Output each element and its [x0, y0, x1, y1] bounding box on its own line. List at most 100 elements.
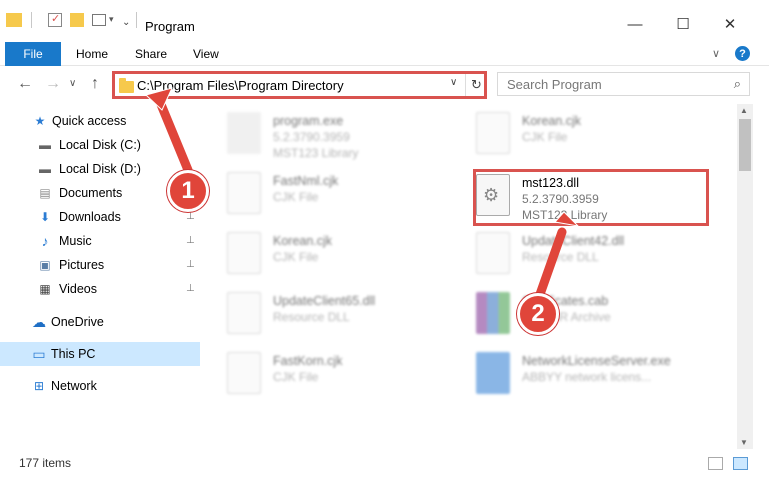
file-item[interactable]: Korean.cjk CJK File: [454, 108, 694, 160]
file-type: ABBYY network licens...: [522, 370, 652, 384]
status-bar: 177 items: [0, 450, 769, 475]
pin-icon[interactable]: ⊥: [186, 235, 195, 246]
recent-locations-button[interactable]: ∨: [69, 78, 76, 89]
file-type: CJK File: [273, 370, 319, 384]
file-version: 5.2.3790.3959: [273, 130, 350, 144]
sidebar-item-local-disk-c[interactable]: ▬ Local Disk (C:): [0, 133, 200, 157]
sidebar-item-label: Local Disk (C:): [59, 138, 141, 152]
forward-button[interactable]: →: [45, 75, 61, 93]
maximize-button[interactable]: ☐: [668, 14, 698, 34]
file-item[interactable]: NetworkLicenseServer.exe ABBYY network l…: [454, 348, 694, 400]
sidebar-item-label: Local Disk (D:): [59, 162, 141, 176]
customize-button[interactable]: ▾: [92, 9, 114, 26]
close-button[interactable]: ✕: [715, 14, 745, 34]
file-name: UpdateClient65.dll: [273, 294, 376, 308]
navigation-bar: ← → ∨ ↑ C:\Program Files\Program Directo…: [0, 68, 769, 102]
tab-file[interactable]: File: [5, 42, 61, 66]
minimize-button[interactable]: —: [620, 14, 650, 34]
file-item[interactable]: program.exe 5.2.3790.3959 MST123 Library: [205, 108, 445, 160]
file-list: program.exe 5.2.3790.3959 MST123 Library…: [205, 104, 737, 449]
sidebar-item-label: Music: [59, 234, 92, 248]
file-item[interactable]: FastNml.cjk CJK File: [205, 168, 445, 220]
folder-icon[interactable]: [6, 13, 22, 27]
documents-icon: ▤: [39, 186, 51, 200]
search-icon: ⌕: [733, 76, 741, 91]
document-icon: [227, 232, 261, 274]
sidebar-item-label: Downloads: [59, 210, 121, 224]
search-input[interactable]: Search Program ⌕: [497, 72, 750, 96]
document-icon: [227, 172, 261, 214]
back-button[interactable]: ←: [17, 75, 33, 93]
file-name: FastKorn.cjk: [273, 354, 343, 368]
address-dropdown-icon[interactable]: ∨: [450, 77, 457, 88]
file-type: CJK File: [273, 190, 319, 204]
sidebar-item-network[interactable]: ⊞ Network: [0, 374, 200, 398]
address-bar[interactable]: C:\Program Files\Program Directory ∨ ↻: [112, 71, 487, 99]
sidebar-item-quick-access[interactable]: ★ Quick access: [0, 109, 200, 133]
dll-gear-icon: [227, 292, 261, 334]
properties-button[interactable]: ✓: [48, 9, 62, 27]
window-title: Program: [145, 19, 195, 34]
up-button[interactable]: ↑: [91, 75, 99, 93]
scroll-up-icon[interactable]: ▲: [740, 106, 748, 115]
title-bar: ✓ ▾ ⌄ Program — ☐ ✕: [0, 0, 769, 40]
folder-icon: [119, 78, 134, 93]
step-2-badge: 2: [517, 293, 559, 335]
pin-icon[interactable]: ⊥: [186, 211, 195, 222]
item-count: 177 items: [19, 456, 72, 470]
pictures-icon: ▣: [39, 258, 51, 272]
tab-view[interactable]: View: [193, 47, 219, 61]
new-folder-icon: [70, 13, 84, 27]
sidebar-item-onedrive[interactable]: ☁ OneDrive: [0, 310, 200, 334]
file-item[interactable]: Certificates.cab WinRAR Archive: [454, 288, 694, 340]
navigation-pane: ★ Quick access ▬ Local Disk (C:) ▬ Local…: [0, 104, 200, 449]
pin-icon[interactable]: ⊥: [186, 259, 195, 270]
videos-icon: ▦: [39, 282, 51, 296]
sidebar-item-downloads[interactable]: ⬇ Downloads ⊥: [0, 205, 200, 229]
scrollbar-thumb[interactable]: [739, 119, 751, 171]
file-item[interactable]: Korean.cjk CJK File: [205, 228, 445, 280]
file-type: CJK File: [273, 250, 319, 264]
details-view-icon[interactable]: [708, 457, 723, 470]
tab-home[interactable]: Home: [76, 47, 108, 61]
address-path[interactable]: C:\Program Files\Program Directory: [137, 78, 344, 93]
sidebar-item-pictures[interactable]: ▣ Pictures ⊥: [0, 253, 200, 277]
separator: [31, 12, 32, 28]
chevron-down-icon: ▾: [109, 14, 114, 24]
sidebar-item-label: This PC: [51, 347, 96, 361]
file-item[interactable]: UpdateClient65.dll Resource DLL: [205, 288, 445, 340]
file-type: Resource DLL: [522, 250, 599, 264]
archive-icon: [476, 292, 510, 334]
scroll-down-icon[interactable]: ▼: [740, 438, 748, 447]
sidebar-item-this-pc[interactable]: ▭ This PC: [0, 342, 200, 366]
help-icon[interactable]: ?: [735, 46, 750, 61]
sidebar-item-label: Pictures: [59, 258, 105, 272]
sidebar-item-label: Network: [51, 379, 97, 393]
pin-icon[interactable]: ⊥: [186, 283, 195, 294]
computer-icon: ▭: [32, 345, 46, 362]
network-icon: ⊞: [33, 379, 45, 393]
file-type: CJK File: [522, 130, 568, 144]
file-item[interactable]: UpdateClient42.dll Resource DLL: [454, 228, 694, 280]
file-name: Korean.cjk: [522, 114, 582, 128]
sidebar-item-music[interactable]: ♪ Music ⊥: [0, 229, 200, 253]
document-icon: [227, 352, 261, 394]
quick-access-toolbar: [6, 9, 22, 27]
music-icon: ♪: [41, 233, 49, 249]
sidebar-item-label: OneDrive: [51, 315, 104, 329]
large-icons-view-icon[interactable]: [733, 457, 748, 470]
refresh-icon[interactable]: ↻: [465, 74, 487, 96]
new-folder-button[interactable]: [70, 9, 84, 27]
download-icon: ⬇: [39, 210, 51, 224]
dropdown-arrow-icon[interactable]: ⌄: [122, 17, 130, 28]
collapse-ribbon-icon[interactable]: ∨: [712, 47, 720, 60]
file-item[interactable]: FastKorn.cjk CJK File: [205, 348, 445, 400]
drive-icon: ▬: [39, 138, 51, 152]
tab-share[interactable]: Share: [135, 47, 167, 61]
sidebar-item-videos[interactable]: ▦ Videos ⊥: [0, 277, 200, 301]
drive-icon: ▬: [39, 162, 51, 176]
sidebar-item-label: Quick access: [52, 114, 127, 128]
file-name: program.exe: [273, 114, 344, 128]
vertical-scrollbar[interactable]: ▲ ▼: [737, 104, 753, 449]
sidebar-item-local-disk-d[interactable]: ▬ Local Disk (D:): [0, 157, 200, 181]
